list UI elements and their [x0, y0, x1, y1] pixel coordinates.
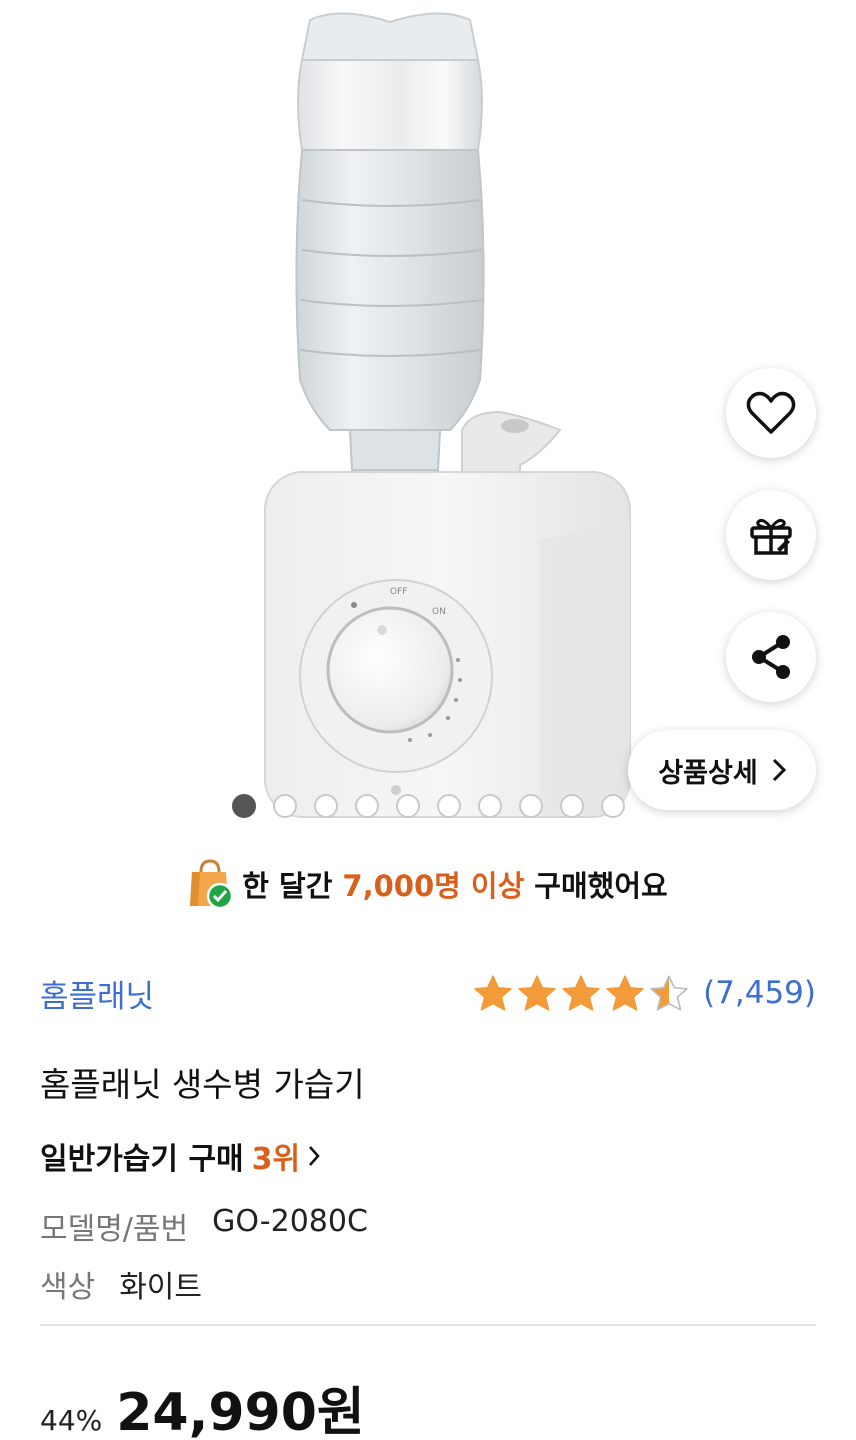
spec-label: 색상: [40, 1270, 96, 1305]
product-image-gallery[interactable]: OFF ON 상품상세: [0, 0, 856, 830]
review-count[interactable]: (7,459): [703, 975, 816, 1011]
chevron-right-icon: [309, 1146, 320, 1166]
share-icon: [752, 635, 790, 679]
svg-text:OFF: OFF: [390, 587, 407, 597]
gallery-dot[interactable]: [355, 794, 379, 818]
star-icon: [650, 975, 688, 1011]
spec-value: 화이트: [119, 1270, 203, 1305]
product-detail-label: 상품상세: [658, 757, 758, 789]
gallery-dot[interactable]: [314, 794, 338, 818]
gallery-dot[interactable]: [560, 794, 584, 818]
gift-button[interactable]: [726, 490, 816, 580]
sale-price: 24,990원: [116, 1383, 365, 1440]
gallery-dot[interactable]: [478, 794, 502, 818]
brand-rating-row: 홈플래닛 (7,459): [40, 965, 816, 1021]
star-icon: [562, 975, 600, 1011]
gallery-pagination[interactable]: [232, 794, 625, 818]
gallery-dot[interactable]: [232, 794, 256, 818]
product-detail-button[interactable]: 상품상세: [628, 730, 816, 810]
gallery-dot[interactable]: [396, 794, 420, 818]
brand-link[interactable]: 홈플래닛: [40, 971, 154, 1016]
spec-label: 모델명/품번: [40, 1212, 189, 1247]
divider: [40, 1324, 816, 1326]
gallery-dot[interactable]: [601, 794, 625, 818]
rating-stars: [473, 974, 689, 1012]
spec-color: 색상 화이트: [40, 1262, 202, 1306]
gallery-dot[interactable]: [273, 794, 297, 818]
star-icon: [518, 975, 556, 1011]
shopping-bag-check-icon: [190, 859, 233, 910]
banner-prefix: 한 달간: [242, 869, 333, 903]
gift-icon: [750, 519, 792, 555]
discount-rate: 44%: [40, 1404, 103, 1437]
spec-model: 모델명/품번 GO-2080C: [40, 1204, 368, 1248]
rating[interactable]: (7,459): [473, 974, 816, 1012]
chevron-right-icon: [772, 758, 786, 782]
ranking-number: 3위: [251, 1142, 301, 1177]
banner-highlight: 7,000명 이상: [342, 869, 525, 903]
star-icon: [474, 975, 512, 1011]
svg-text:ON: ON: [432, 607, 446, 617]
gallery-dot[interactable]: [437, 794, 461, 818]
heart-icon: [746, 391, 796, 434]
price-row: 44% 24,990원: [40, 1370, 365, 1440]
spec-value: GO-2080C: [212, 1204, 368, 1239]
gallery-dot[interactable]: [519, 794, 543, 818]
wishlist-button[interactable]: [726, 368, 816, 458]
purchase-count-banner: 한 달간 7,000명 이상 구매했어요: [0, 852, 856, 916]
share-button[interactable]: [726, 612, 816, 702]
category-ranking-link[interactable]: 일반가습기 구매 3위: [40, 1134, 320, 1178]
star-icon: [606, 975, 644, 1011]
product-title: 홈플래닛 생수병 가습기: [40, 1065, 365, 1104]
ranking-category: 일반가습기 구매: [40, 1142, 244, 1177]
banner-suffix: 구매했어요: [534, 869, 668, 903]
